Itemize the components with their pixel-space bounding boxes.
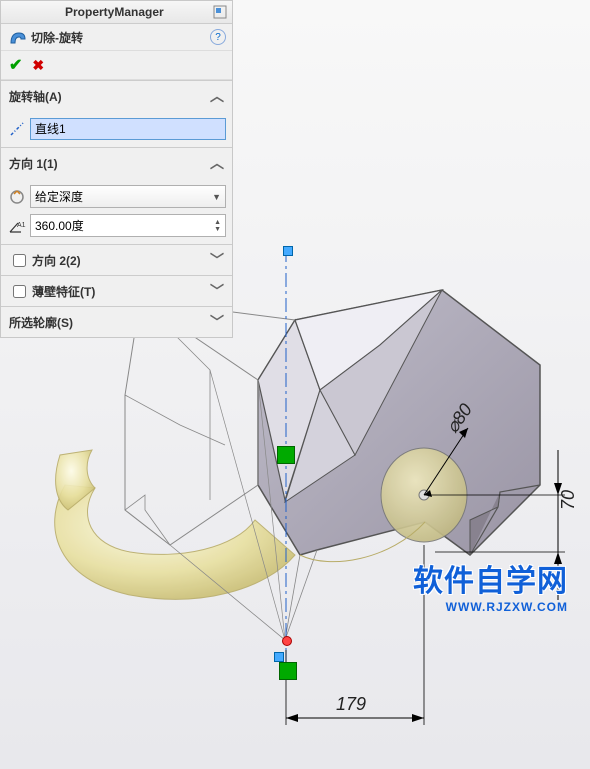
dimension-vertical[interactable]: 70 (558, 490, 579, 510)
relation-tag[interactable] (279, 662, 297, 680)
svg-text:A1: A1 (17, 222, 26, 229)
contours-section-header[interactable]: 所选轮廓(S) ﹀ (1, 307, 232, 337)
watermark-url: WWW.RJZXW.COM (413, 600, 568, 614)
dir1-label: 方向 1(1) (9, 155, 58, 172)
origin-marker (282, 636, 292, 646)
chevron-down-icon: ﹀ (210, 250, 224, 270)
dimension-horizontal[interactable]: 179 (336, 694, 366, 715)
ok-cancel-row: ✔ ✖ (1, 51, 232, 80)
thin-label: 薄壁特征(T) (32, 283, 95, 300)
dir2-label: 方向 2(2) (32, 252, 81, 269)
direction-icon[interactable] (7, 187, 27, 207)
dir1-section-body: 给定深度 ▼ A1 360.00度 ▲▼ (1, 178, 232, 244)
thin-checkbox[interactable] (13, 285, 26, 298)
spinner-buttons[interactable]: ▲▼ (214, 219, 221, 233)
watermark: 软件自学网 WWW.RJZXW.COM (413, 556, 568, 614)
angle-value: 360.00度 (35, 217, 84, 234)
chevron-up-icon: ︿ (210, 153, 224, 173)
cancel-button[interactable]: ✖ (32, 57, 44, 74)
cut-revolve-icon (7, 27, 27, 47)
graphics-viewport[interactable]: ⌀80 70 179 软件自学网 WWW.RJZXW.COM PropertyM… (0, 0, 590, 769)
chevron-down-icon: ﹀ (210, 312, 224, 332)
chevron-up-icon: ︿ (210, 86, 224, 106)
angle-icon: A1 (7, 216, 27, 236)
contours-label: 所选轮廓(S) (9, 314, 73, 331)
watermark-title: 软件自学网 (413, 556, 568, 600)
dropdown-arrow-icon: ▼ (212, 192, 221, 202)
axis-section-body: 直线1 (1, 111, 232, 147)
pm-title: PropertyManager (65, 5, 164, 19)
feature-title: 切除-旋转 (31, 29, 83, 46)
axis-selection-box[interactable]: 直线1 (30, 118, 226, 140)
feature-title-row: 切除-旋转 ? (1, 24, 232, 51)
dir1-section-header[interactable]: 方向 1(1) ︿ (1, 148, 232, 178)
help-icon[interactable]: ? (210, 29, 226, 45)
dir2-section-header[interactable]: 方向 2(2) ﹀ (1, 245, 232, 275)
pin-icon[interactable] (212, 4, 228, 20)
end-condition-dropdown[interactable]: 给定深度 ▼ (30, 185, 226, 208)
axis-value: 直线1 (35, 122, 66, 136)
end-condition-value: 给定深度 (35, 188, 83, 205)
ok-button[interactable]: ✔ (9, 55, 22, 75)
relation-tag[interactable] (277, 446, 295, 464)
sketch-endpoint-handle[interactable] (274, 652, 284, 662)
pm-header: PropertyManager (1, 1, 232, 24)
chevron-down-icon: ﹀ (210, 281, 224, 301)
angle-input[interactable]: 360.00度 ▲▼ (30, 214, 226, 237)
thin-section-header[interactable]: 薄壁特征(T) ﹀ (1, 276, 232, 306)
sketch-endpoint-handle[interactable] (283, 246, 293, 256)
axis-label: 旋转轴(A) (9, 88, 62, 105)
dir2-checkbox[interactable] (13, 254, 26, 267)
property-manager-panel: PropertyManager 切除-旋转 ? ✔ ✖ 旋转轴(A) ︿ (0, 0, 233, 338)
axis-section-header[interactable]: 旋转轴(A) ︿ (1, 81, 232, 111)
axis-line-icon (7, 119, 27, 139)
